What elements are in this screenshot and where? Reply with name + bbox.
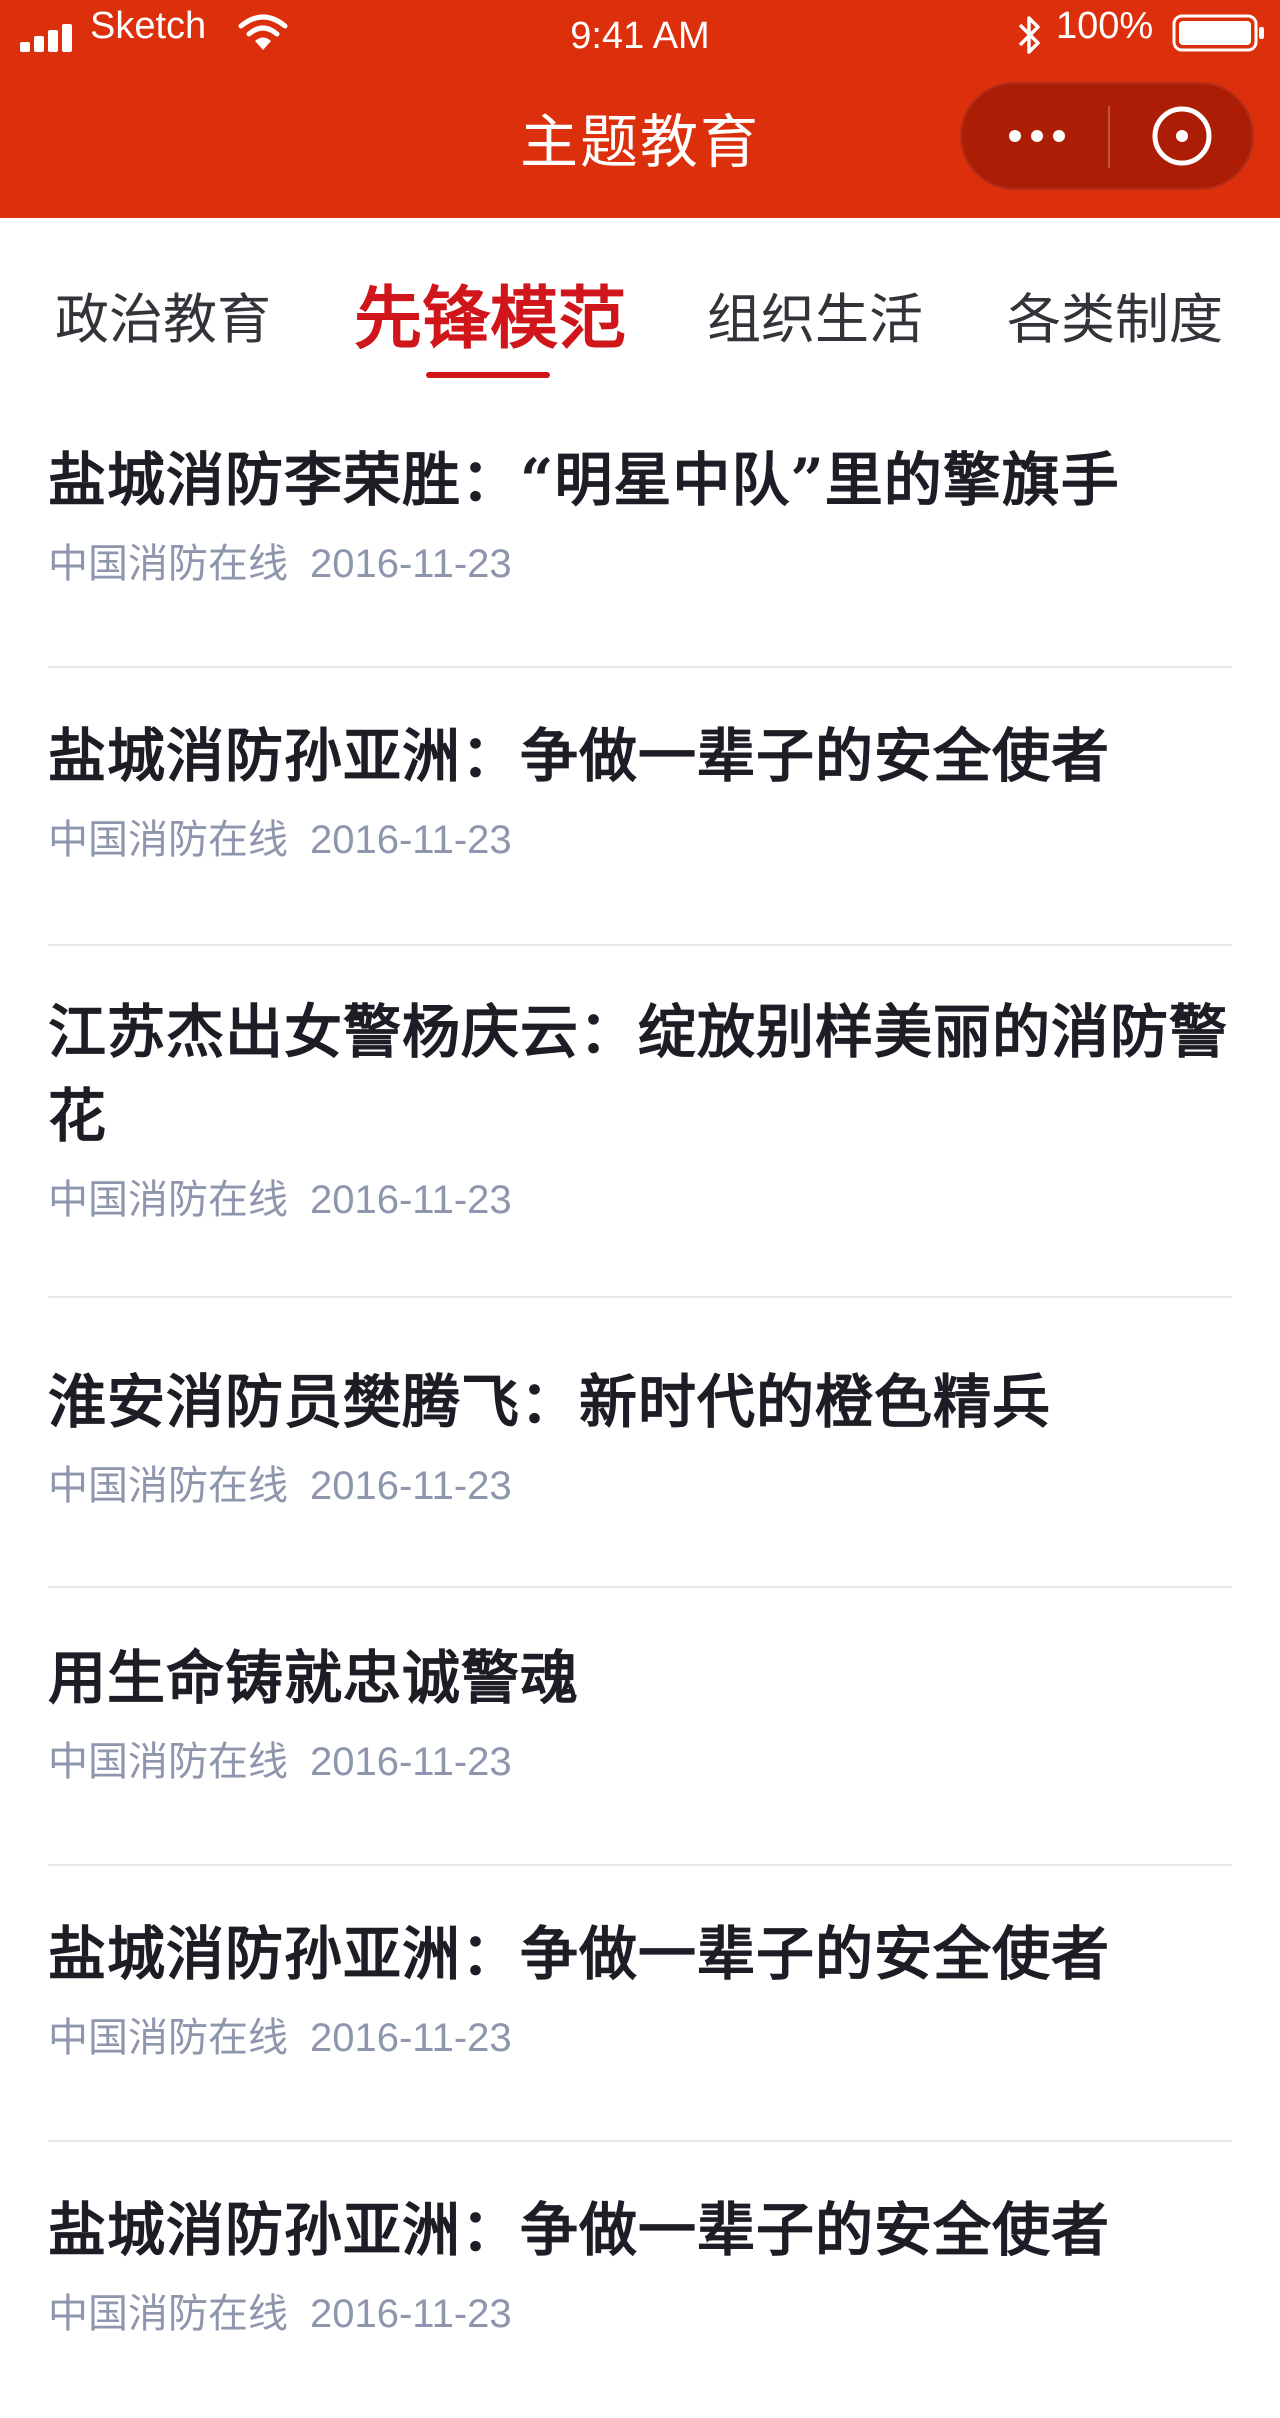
active-tab-indicator [426, 372, 550, 378]
article-meta: 中国消防在线 2016-11-23 [48, 536, 1232, 592]
list-item[interactable]: 江苏杰出女警杨庆云：绽放别样美丽的消防警花 中国消防在线 2016-11-23 [48, 990, 1232, 1298]
article-date: 2016-11-23 [310, 2016, 512, 2060]
article-title: 盐城消防孙亚洲：争做一辈子的安全使者 [48, 1920, 1111, 1988]
capsule-menu [960, 82, 1254, 190]
article-source: 中国消防在线 [48, 1739, 288, 1785]
article-date: 2016-11-23 [310, 1178, 512, 1222]
signal-icon [20, 22, 78, 52]
article-date: 2016-11-23 [310, 818, 512, 862]
battery-icon [1172, 14, 1264, 52]
tab-politics[interactable]: 政治教育 [48, 260, 278, 380]
close-button[interactable] [1110, 84, 1254, 188]
article-date: 2016-11-23 [310, 1464, 512, 1508]
article-source: 中国消防在线 [48, 2291, 288, 2337]
target-close-icon [1152, 106, 1212, 166]
tab-organization[interactable]: 组织生活 [700, 260, 930, 380]
article-meta: 中国消防在线 2016-11-23 [48, 1458, 1232, 1514]
article-meta: 中国消防在线 2016-11-23 [48, 2286, 1232, 2342]
article-source: 中国消防在线 [48, 2015, 288, 2061]
list-item[interactable]: 盐城消防孙亚洲：争做一辈子的安全使者 中国消防在线 2016-11-23 [48, 2188, 1232, 2418]
article-title: 盐城消防孙亚洲：争做一辈子的安全使者 [48, 2196, 1111, 2264]
article-title: 江苏杰出女警杨庆云：绽放别样美丽的消防警花 [48, 998, 1229, 1150]
status-time: 9:41 AM [570, 15, 710, 57]
bluetooth-icon [1018, 16, 1040, 54]
wifi-icon [238, 14, 288, 50]
status-bar: Sketch 9:41 AM 100% [0, 0, 1280, 70]
tab-pioneer[interactable]: 先锋模范 [340, 260, 640, 380]
battery-percent: 100% [1056, 5, 1154, 47]
article-source: 中国消防在线 [48, 1463, 288, 1509]
article-date: 2016-11-23 [310, 1740, 512, 1784]
article-title: 用生命铸就忠诚警魂 [48, 1644, 580, 1712]
list-item[interactable]: 用生命铸就忠诚警魂 中国消防在线 2016-11-23 [48, 1636, 1232, 1866]
article-source: 中国消防在线 [48, 1177, 288, 1223]
more-button[interactable] [962, 84, 1108, 188]
article-title: 淮安消防员樊腾飞：新时代的橙色精兵 [48, 1368, 1052, 1436]
carrier-label: Sketch [90, 5, 207, 47]
article-meta: 中国消防在线 2016-11-23 [48, 2010, 1232, 2066]
article-date: 2016-11-23 [310, 542, 512, 586]
tab-regulations[interactable]: 各类制度 [1000, 260, 1230, 380]
article-meta: 中国消防在线 2016-11-23 [48, 812, 1232, 868]
article-meta: 中国消防在线 2016-11-23 [48, 1734, 1232, 1790]
list-item[interactable]: 盐城消防孙亚洲：争做一辈子的安全使者 中国消防在线 2016-11-23 [48, 1912, 1232, 2142]
article-date: 2016-11-23 [310, 2292, 512, 2336]
list-item[interactable]: 盐城消防李荣胜：“明星中队”里的擎旗手 中国消防在线 2016-11-23 [48, 438, 1232, 668]
article-source: 中国消防在线 [48, 817, 288, 863]
article-title: 盐城消防孙亚洲：争做一辈子的安全使者 [48, 722, 1111, 790]
top-header: Sketch 9:41 AM 100% 主题教育 [0, 0, 1280, 218]
list-item[interactable]: 淮安消防员樊腾飞：新时代的橙色精兵 中国消防在线 2016-11-23 [48, 1360, 1232, 1588]
list-item[interactable]: 盐城消防孙亚洲：争做一辈子的安全使者 中国消防在线 2016-11-23 [48, 714, 1232, 946]
ellipsis-icon [1009, 130, 1065, 142]
article-source: 中国消防在线 [48, 541, 288, 587]
article-title: 盐城消防李荣胜：“明星中队”里的擎旗手 [48, 446, 1120, 514]
article-meta: 中国消防在线 2016-11-23 [48, 1172, 1232, 1228]
category-tabs: 政治教育 先锋模范 组织生活 各类制度 [0, 218, 1280, 398]
